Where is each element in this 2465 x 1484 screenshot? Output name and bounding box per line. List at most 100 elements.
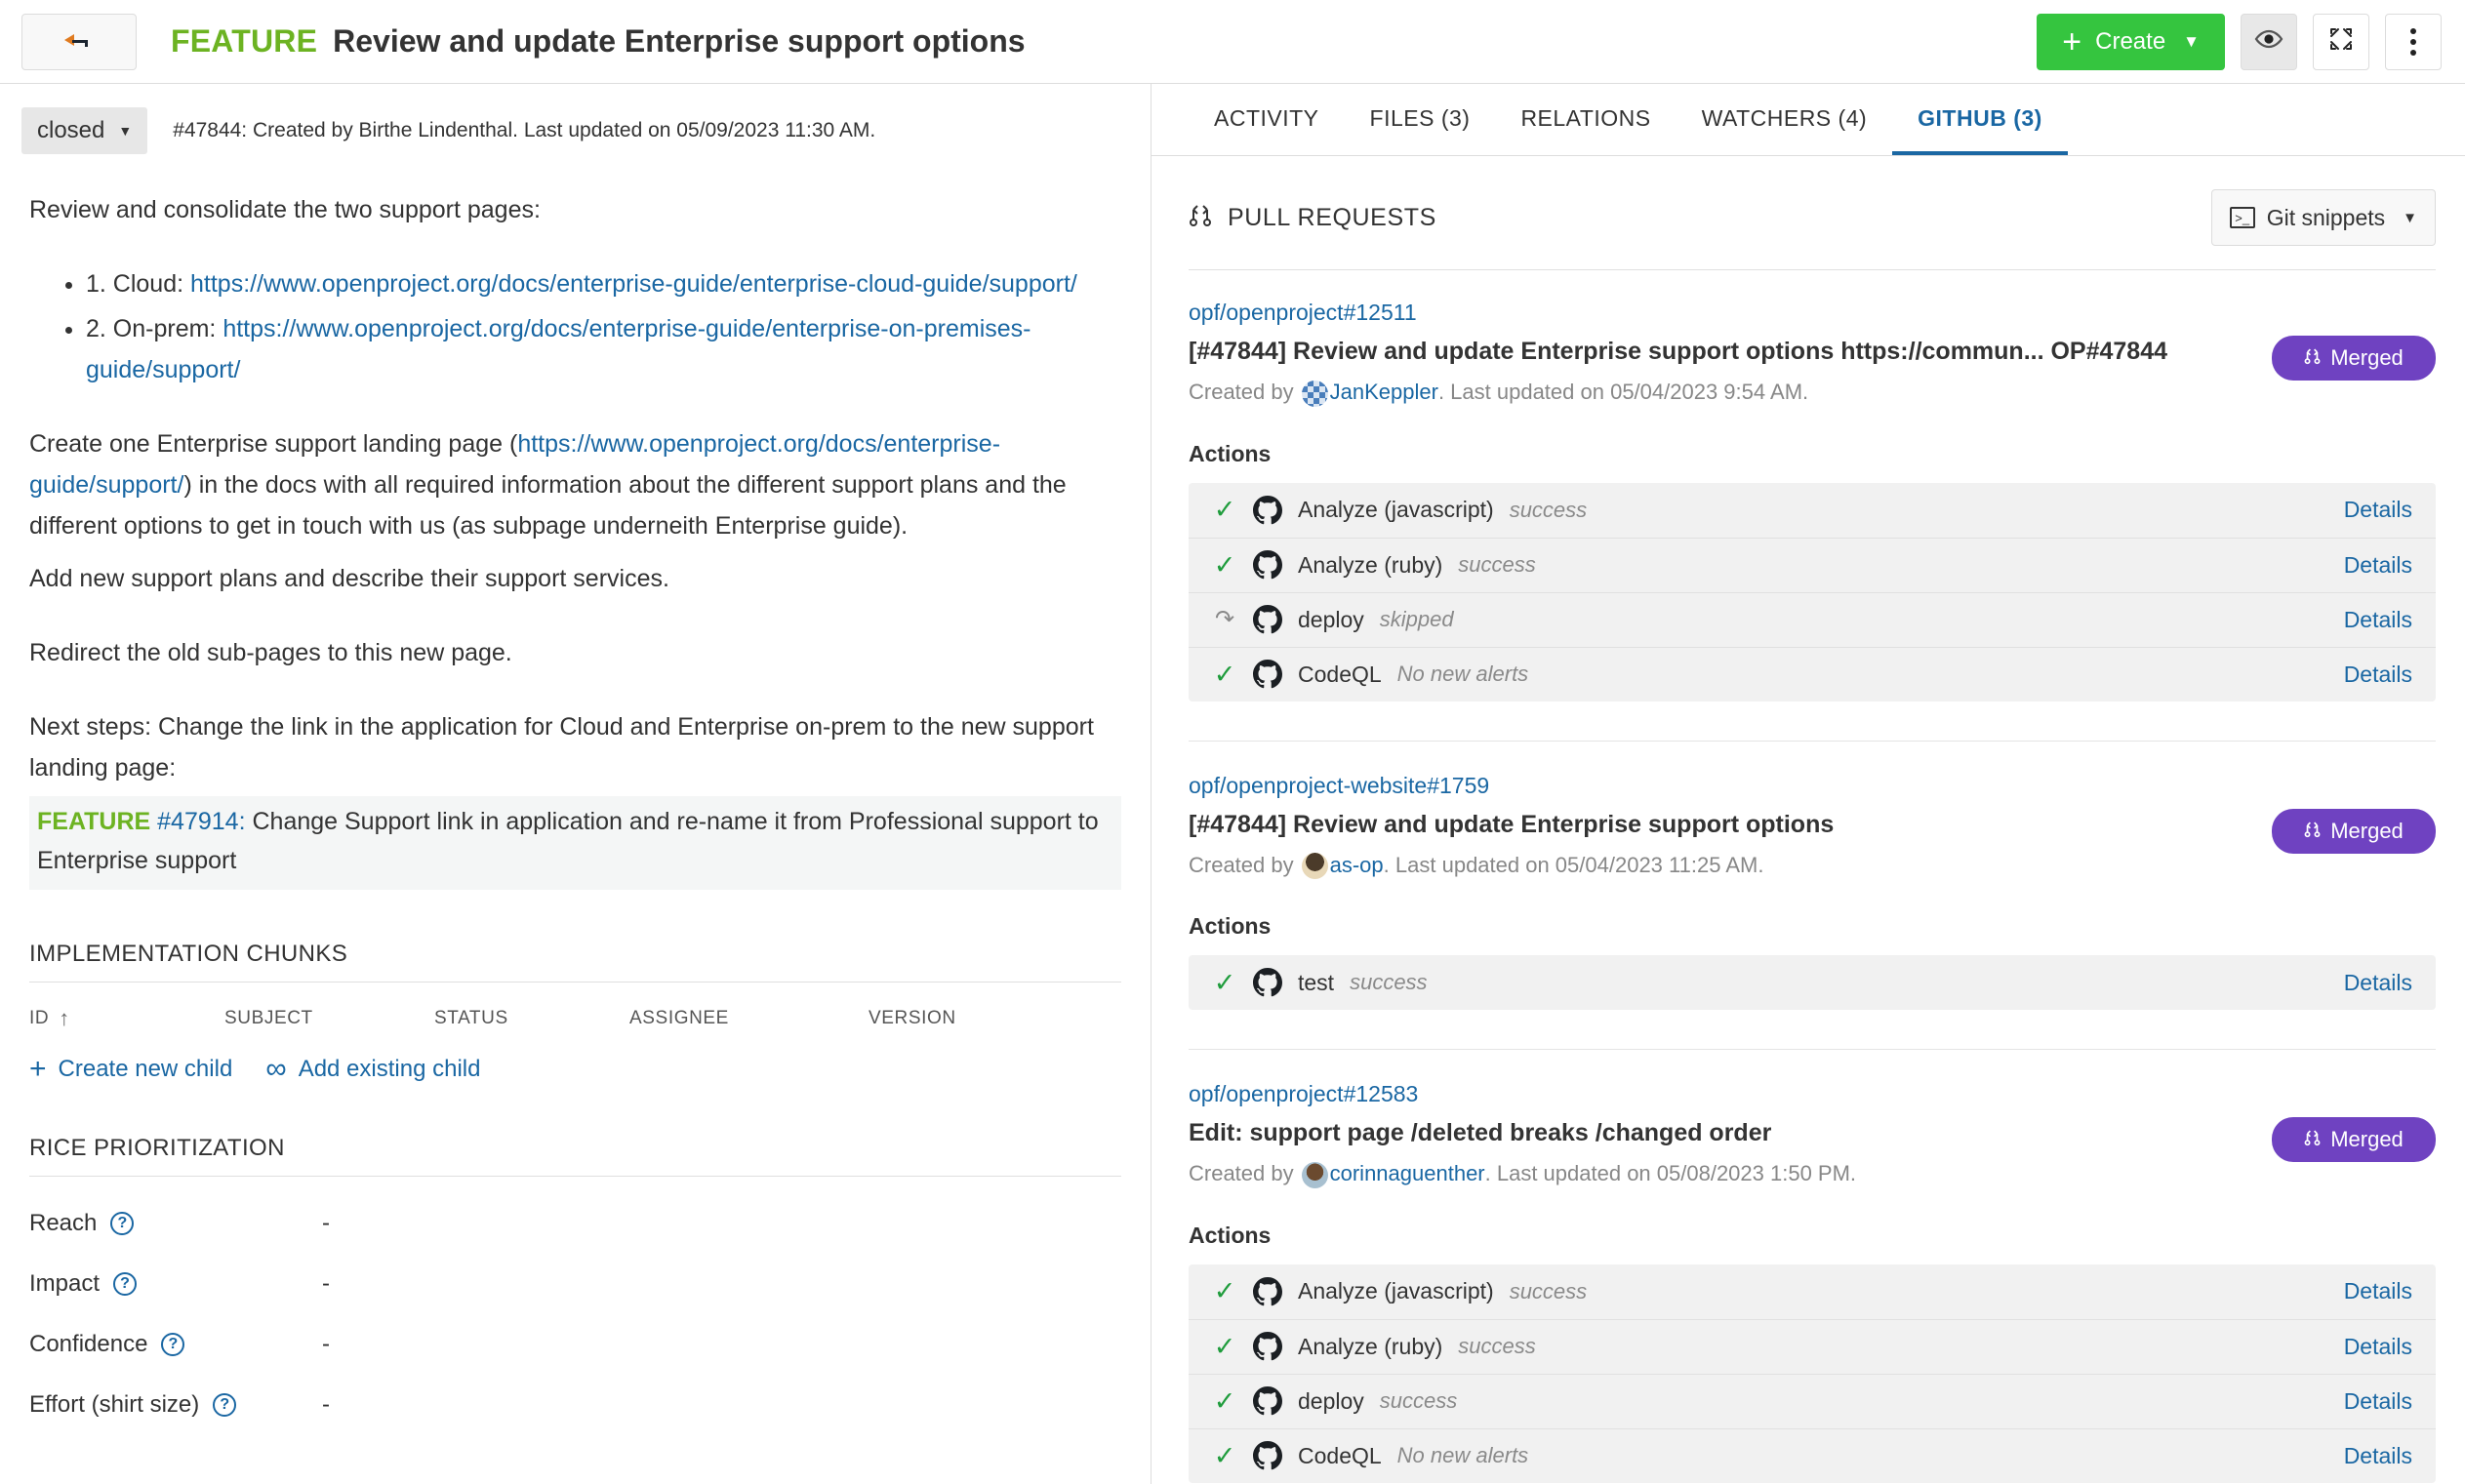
check-details-link[interactable]: Details (2344, 662, 2412, 688)
check-details-link[interactable]: Details (2344, 1334, 2412, 1360)
list-item: 1. Cloud: https://www.openproject.org/do… (86, 263, 1121, 304)
column-header-status[interactable]: STATUS (434, 1008, 629, 1029)
onprem-support-link[interactable]: https://www.openproject.org/docs/enterpr… (86, 315, 1031, 383)
rice-value[interactable]: - (322, 1331, 330, 1358)
tab-relations[interactable]: RELATIONS (1495, 105, 1676, 155)
column-header-subject[interactable]: SUBJECT (224, 1008, 434, 1029)
create-button[interactable]: + Create ▼ (2037, 14, 2225, 70)
check-details-link[interactable]: Details (2344, 1443, 2412, 1469)
fullscreen-icon (2327, 25, 2355, 58)
watch-button[interactable] (2241, 14, 2297, 70)
pr-main: [#47844] Review and update Enterprise su… (1189, 336, 2436, 406)
cloud-support-link[interactable]: https://www.openproject.org/docs/enterpr… (190, 270, 1077, 298)
check-list: ✓ Analyze (javascript) success Details ✓… (1189, 483, 2436, 702)
plus-icon: + (29, 1055, 47, 1084)
eye-icon (2254, 29, 2283, 54)
github-icon (1253, 605, 1282, 634)
fullscreen-button[interactable] (2313, 14, 2369, 70)
create-button-label: Create (2095, 28, 2165, 56)
para2-after: ) in the docs with all required informat… (29, 471, 1067, 540)
check-details-link[interactable]: Details (2344, 1388, 2412, 1415)
check-name: test (1298, 970, 1334, 996)
chevron-down-icon: ▼ (2403, 210, 2417, 226)
check-name: Analyze (javascript) (1298, 497, 1494, 523)
tab-files[interactable]: FILES (3) (1345, 105, 1496, 155)
check-details-link[interactable]: Details (2344, 1278, 2412, 1304)
column-header-id[interactable]: ID ↑ (29, 1008, 224, 1029)
check-details-link[interactable]: Details (2344, 970, 2412, 996)
check-details-link[interactable]: Details (2344, 552, 2412, 579)
para2-before: Create one Enterprise support landing pa… (29, 430, 517, 458)
check-status: success (1458, 1334, 1535, 1359)
pr-title[interactable]: Edit: support page /deleted breaks /chan… (1189, 1117, 2248, 1149)
check-row: ✓ test success Details (1189, 955, 2436, 1010)
implementation-chunks-title: IMPLEMENTATION CHUNKS (29, 941, 1121, 983)
description-paragraph-5: Next steps: Change the link in the appli… (29, 706, 1121, 788)
help-icon[interactable]: ? (113, 1272, 137, 1296)
pr-author-link[interactable]: as-op (1330, 853, 1384, 878)
pr-text: Edit: support page /deleted breaks /chan… (1189, 1117, 2248, 1187)
pr-author-link[interactable]: JanKeppler (1330, 380, 1438, 405)
rice-value[interactable]: - (322, 1391, 330, 1419)
rice-value[interactable]: - (322, 1210, 330, 1237)
rice-row-effort: Effort (shirt size) ? - (29, 1358, 1121, 1419)
tab-activity[interactable]: ACTIVITY (1189, 105, 1345, 155)
column-header-assignee[interactable]: ASSIGNEE (629, 1008, 869, 1029)
avatar (1302, 853, 1328, 879)
tab-watchers[interactable]: WATCHERS (4) (1677, 105, 1893, 155)
add-existing-child-button[interactable]: ∞ Add existing child (265, 1055, 480, 1084)
bullet-prefix: 2. On-prem: (86, 315, 222, 342)
rice-value[interactable]: - (322, 1270, 330, 1298)
help-icon[interactable]: ? (213, 1393, 236, 1417)
check-success-icon: ✓ (1210, 970, 1239, 996)
check-name: Analyze (javascript) (1298, 1278, 1494, 1304)
pr-repo-link[interactable]: opf/openproject#12511 (1189, 300, 1417, 326)
created-by-label: Created by (1189, 853, 1294, 878)
check-success-icon: ✓ (1210, 497, 1239, 523)
pr-repo-link[interactable]: opf/openproject#12583 (1189, 1081, 1418, 1107)
check-details-link[interactable]: Details (2344, 607, 2412, 633)
pull-request-item: opf/openproject#12511 [#47844] Review an… (1189, 270, 2436, 702)
right-pane: ACTIVITY FILES (3) RELATIONS WATCHERS (4… (1152, 84, 2465, 1484)
github-icon (1253, 496, 1282, 525)
created-by-label: Created by (1189, 380, 1294, 405)
description-paragraph-3: Add new support plans and describe their… (29, 558, 1121, 599)
check-row: ✓ Analyze (ruby) success Details (1189, 538, 2436, 592)
chevron-down-icon: ▼ (2183, 32, 2200, 52)
description-paragraph-4: Redirect the old sub-pages to this new p… (29, 632, 1121, 673)
check-success-icon: ✓ (1210, 1443, 1239, 1469)
github-icon (1253, 1386, 1282, 1416)
children-actions: + Create new child ∞ Add existing child (29, 1029, 1121, 1084)
pr-title[interactable]: [#47844] Review and update Enterprise su… (1189, 336, 2248, 368)
help-icon[interactable]: ? (110, 1212, 134, 1235)
create-new-child-button[interactable]: + Create new child (29, 1055, 232, 1084)
terminal-icon: >_ (2230, 207, 2255, 228)
macro-type: FEATURE (37, 808, 150, 835)
check-name: deploy (1298, 607, 1364, 633)
check-success-icon: ✓ (1210, 1334, 1239, 1360)
actions-label: Actions (1189, 441, 2436, 467)
pr-title[interactable]: [#47844] Review and update Enterprise su… (1189, 809, 2248, 841)
help-icon[interactable]: ? (161, 1333, 184, 1356)
check-details-link[interactable]: Details (2344, 497, 2412, 523)
created-by-label: Created by (1189, 1161, 1294, 1186)
column-header-version[interactable]: VERSION (869, 1008, 1064, 1029)
pr-author-link[interactable]: corinnaguenther (1330, 1161, 1485, 1186)
page-title: FEATURE Review and update Enterprise sup… (171, 23, 1026, 60)
pr-text: [#47844] Review and update Enterprise su… (1189, 809, 2248, 879)
check-row: ✓ CodeQL No new alerts Details (1189, 647, 2436, 702)
work-package-macro-card[interactable]: FEATURE #47914: Change Support link in a… (29, 796, 1121, 890)
pr-repo-link[interactable]: opf/openproject-website#1759 (1189, 773, 1489, 799)
top-toolbar: FEATURE Review and update Enterprise sup… (0, 0, 2465, 84)
macro-id: #47914: (157, 808, 245, 835)
status-badge-label: Merged (2330, 345, 2404, 371)
git-snippets-button[interactable]: >_ Git snippets ▼ (2211, 189, 2436, 246)
status-dropdown[interactable]: closed ▼ (21, 107, 147, 154)
column-label: ID (29, 1008, 49, 1029)
pull-request-icon (1189, 202, 1212, 234)
back-button[interactable] (21, 14, 137, 70)
rice-field-name: Impact (29, 1270, 100, 1298)
children-table-header: ID ↑ SUBJECT STATUS ASSIGNEE VERSION (29, 983, 1121, 1029)
tab-github[interactable]: GITHUB (3) (1892, 105, 2068, 155)
more-menu-button[interactable] (2385, 14, 2442, 70)
